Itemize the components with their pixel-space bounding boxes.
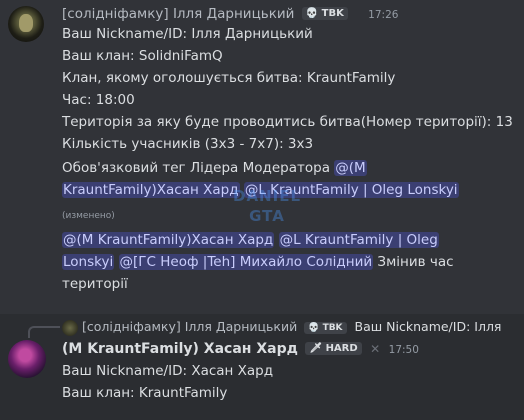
message-line: Lonskyi @[ГС Неоф |Teh] Михайло Солідний…	[62, 252, 454, 272]
skull-icon: 💀	[308, 323, 320, 333]
message-line: території	[62, 276, 128, 292]
server-tag[interactable]: 💀 TBK	[301, 7, 348, 20]
message-line: @(M KrauntFamily)Хасан Хард @L KrauntFam…	[62, 230, 439, 250]
server-tag[interactable]: 🗡 HARD	[305, 342, 362, 355]
crossed-swords-icon: ✕	[370, 342, 381, 356]
message-header: (M KrauntFamily) Хасан Хард 🗡 HARD ✕ 17:…	[62, 341, 419, 357]
reply-author[interactable]: [солідніфамку] Ілля Дарницький	[82, 319, 297, 334]
server-tag-label: TBK	[322, 323, 343, 333]
message-header: [солідніфамку] Ілля Дарницький 💀 TBK 17:…	[62, 6, 398, 22]
user-mention[interactable]: @(M KrauntFamily)Хасан Хард	[62, 232, 275, 248]
author-name[interactable]: (M KrauntFamily) Хасан Хард	[62, 341, 298, 357]
sword-icon: 🗡	[309, 343, 323, 354]
message-line: Ваш клан: KrauntFamily	[62, 385, 228, 401]
user-mention[interactable]: @(M	[334, 160, 367, 176]
edited-label: (изменено)	[62, 211, 115, 221]
message-line: Клан, якому оголошується битва: KrauntFa…	[62, 70, 396, 86]
watermark-logo: DANIEL GTA	[218, 186, 316, 232]
avatar[interactable]	[8, 6, 44, 42]
message-line: Час: 18:00	[62, 92, 135, 108]
message-line: Ваш Nickname/ID: Ілля Дарницький	[62, 26, 313, 42]
watermark-top: DANIEL	[233, 187, 301, 205]
message-line: Ваш клан: SolidniFamQ	[62, 48, 223, 64]
timestamp: 17:50	[388, 344, 419, 356]
user-mention[interactable]: Lonskyi	[62, 254, 115, 270]
message-line: Обов'язковий тег Лідера Модератора @(M	[62, 158, 367, 178]
note-text: Змінив час	[377, 254, 454, 270]
leader-tag-label: Обов'язковий тег Лідера Модератора	[62, 160, 330, 176]
server-tag[interactable]: 💀 TBK	[304, 322, 347, 334]
edited-label-line: (изменено)	[62, 204, 115, 226]
avatar[interactable]	[8, 340, 46, 378]
server-tag-label: TBK	[321, 8, 344, 19]
reply-preview-text: Ваш Nickname/ID: Ілля	[354, 319, 502, 334]
reply-avatar[interactable]	[62, 320, 78, 336]
message-1: [солідніфамку] Ілля Дарницький 💀 TBK 17:…	[0, 0, 524, 306]
server-tag-label: HARD	[325, 343, 358, 354]
user-mention[interactable]: @[ГС Неоф |Teh] Михайло Солідний	[118, 254, 374, 270]
reply-preview[interactable]: [солідніфамку] Ілля Дарницький 💀 TBK Ваш…	[82, 319, 501, 334]
message-line: Ваш Nickname/ID: Хасан Хард	[62, 363, 274, 379]
author-name[interactable]: [солідніфамку] Ілля Дарницький	[62, 6, 294, 22]
timestamp: 17:26	[368, 9, 399, 21]
reply-connector	[28, 326, 60, 338]
message-line: Кількість учасників (3х3 - 7х7): 3х3	[62, 136, 314, 152]
user-mention[interactable]: @L KrauntFamily | Oleg	[278, 232, 439, 248]
user-mention[interactable]: KrauntFamily)Хасан Хард	[62, 182, 240, 198]
watermark-bottom: GTA	[249, 207, 285, 225]
message-line: Територія за яку буде проводитись битва(…	[62, 114, 513, 130]
skull-icon: 💀	[305, 8, 319, 19]
message-2: [солідніфамку] Ілля Дарницький 💀 TBK Ваш…	[0, 314, 524, 420]
